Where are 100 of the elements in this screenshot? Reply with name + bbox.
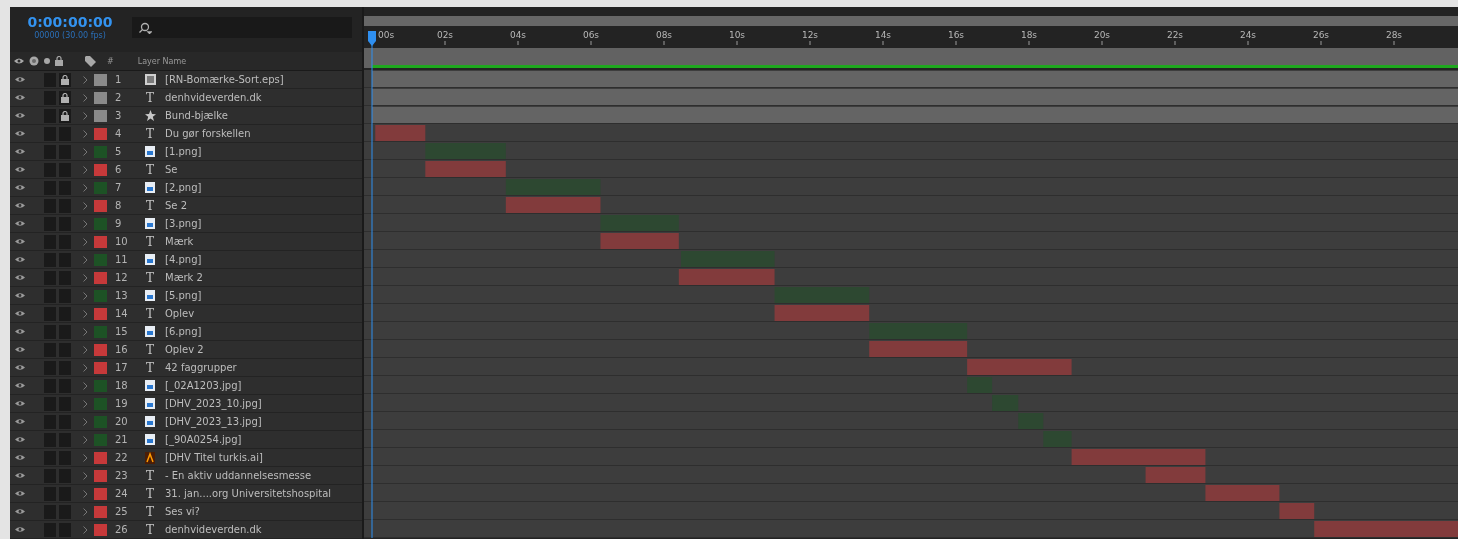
layer-duration-bar[interactable] — [505, 197, 601, 213]
layer-duration-bar[interactable] — [678, 269, 775, 285]
label-swatch[interactable] — [94, 433, 107, 446]
layer-name[interactable]: Oplev — [165, 308, 195, 319]
layer-duration-bar[interactable] — [1071, 449, 1206, 465]
layer-name[interactable]: [RN-Bomærke-Sort.eps] — [165, 74, 284, 85]
label-swatch[interactable] — [94, 199, 107, 212]
layer-duration-bar[interactable] — [1314, 521, 1458, 537]
layer-duration-bar[interactable] — [505, 179, 601, 195]
eye-icon[interactable] — [15, 238, 25, 245]
layer-name[interactable]: Oplev 2 — [165, 344, 204, 355]
layer-duration-bar[interactable] — [992, 395, 1019, 411]
layer-duration-bar[interactable] — [1145, 467, 1206, 483]
label-swatch[interactable] — [94, 469, 107, 482]
layer-name[interactable]: [DHV Titel turkis.ai] — [165, 452, 263, 463]
eye-icon[interactable] — [15, 418, 25, 425]
layer-name[interactable]: Mærk 2 — [165, 272, 203, 283]
layer-duration-bar[interactable] — [425, 143, 506, 159]
eye-icon[interactable] — [15, 202, 25, 209]
layer-duration-bar[interactable] — [869, 341, 968, 357]
eye-icon[interactable] — [15, 256, 25, 263]
label-swatch[interactable] — [94, 271, 107, 284]
layer-duration-bar[interactable] — [1018, 413, 1044, 429]
label-swatch[interactable] — [94, 289, 107, 302]
layer-name[interactable]: Bund-bjælke — [165, 110, 228, 121]
layer-name[interactable]: [6.png] — [165, 326, 202, 337]
label-swatch[interactable] — [94, 109, 107, 122]
eye-icon[interactable] — [15, 184, 25, 191]
eye-icon[interactable] — [15, 454, 25, 461]
layer-duration-bar[interactable] — [425, 161, 506, 177]
eye-icon[interactable] — [15, 382, 25, 389]
eye-icon[interactable] — [15, 76, 25, 83]
eye-icon[interactable] — [15, 130, 25, 137]
eye-icon[interactable] — [15, 220, 25, 227]
eye-icon[interactable] — [15, 274, 25, 281]
layer-name[interactable]: - En aktiv uddannelsesmesse — [165, 470, 312, 481]
eye-icon[interactable] — [15, 94, 25, 101]
eye-icon[interactable] — [15, 328, 25, 335]
eye-icon[interactable] — [15, 436, 25, 443]
timecode[interactable]: 0:00:00:00 — [27, 14, 113, 30]
layer-name[interactable]: denhvideverden.dk — [165, 92, 262, 103]
layer-name[interactable]: Se — [165, 164, 178, 175]
label-swatch[interactable] — [94, 487, 107, 500]
eye-icon[interactable] — [15, 400, 25, 407]
eye-icon[interactable] — [15, 292, 25, 299]
label-swatch[interactable] — [94, 145, 107, 158]
label-swatch[interactable] — [94, 127, 107, 140]
layer-name-column-header[interactable]: Layer Name — [137, 56, 187, 66]
lock-switch[interactable] — [59, 72, 71, 87]
layer-name[interactable]: [5.png] — [165, 290, 202, 301]
layer-name[interactable]: [_02A1203.jpg] — [165, 380, 242, 391]
layer-name[interactable]: Mærk — [165, 236, 194, 247]
search-field[interactable] — [132, 17, 352, 38]
label-swatch[interactable] — [94, 379, 107, 392]
layer-duration-bar[interactable] — [774, 305, 870, 321]
layer-duration-bar[interactable] — [1205, 485, 1280, 501]
layer-name[interactable]: [_90A0254.jpg] — [165, 434, 242, 445]
eye-icon[interactable] — [15, 490, 25, 497]
eye-icon[interactable] — [15, 526, 25, 533]
eye-icon[interactable] — [15, 166, 25, 173]
layer-duration-bar[interactable] — [600, 215, 679, 231]
layer-duration-bar[interactable] — [967, 359, 1072, 375]
label-swatch[interactable] — [94, 235, 107, 248]
label-swatch[interactable] — [94, 163, 107, 176]
layer-duration-bar[interactable] — [600, 233, 679, 249]
layer-name[interactable]: [3.png] — [165, 218, 202, 229]
label-swatch[interactable] — [94, 451, 107, 464]
label-swatch[interactable] — [94, 361, 107, 374]
lock-switch[interactable] — [59, 90, 71, 105]
eye-icon[interactable] — [15, 310, 25, 317]
eye-icon[interactable] — [15, 112, 25, 119]
layer-duration-bar[interactable] — [1279, 503, 1315, 519]
eye-icon[interactable] — [15, 508, 25, 515]
label-swatch[interactable] — [94, 415, 107, 428]
label-swatch[interactable] — [94, 505, 107, 518]
layer-name[interactable]: [DHV_2023_13.jpg] — [165, 416, 262, 427]
layer-duration-bar[interactable] — [869, 323, 968, 339]
label-swatch[interactable] — [94, 343, 107, 356]
label-swatch[interactable] — [94, 73, 107, 86]
label-swatch[interactable] — [94, 397, 107, 410]
lock-switch[interactable] — [59, 108, 71, 123]
label-swatch[interactable] — [94, 217, 107, 230]
work-area-bar[interactable] — [364, 16, 1458, 26]
layer-name[interactable]: 42 faggrupper — [165, 362, 237, 373]
layer-name[interactable]: Ses vi? — [165, 506, 200, 517]
label-swatch[interactable] — [94, 91, 107, 104]
eye-icon[interactable] — [15, 364, 25, 371]
layer-duration-bar[interactable] — [681, 251, 775, 267]
layer-name[interactable]: Se 2 — [165, 200, 188, 211]
layer-duration-bar[interactable] — [1043, 431, 1072, 447]
label-swatch[interactable] — [94, 181, 107, 194]
playhead[interactable] — [368, 31, 376, 538]
layer-name[interactable]: Du gør forskellen — [165, 128, 251, 139]
layer-name[interactable]: 31. jan....org Universitetshospital — [165, 488, 332, 499]
layer-name[interactable]: denhvideverden.dk — [165, 524, 262, 535]
eye-icon[interactable] — [15, 346, 25, 353]
label-swatch[interactable] — [94, 253, 107, 266]
label-swatch[interactable] — [94, 325, 107, 338]
layer-duration-bar[interactable] — [375, 125, 426, 141]
label-swatch[interactable] — [94, 307, 107, 320]
